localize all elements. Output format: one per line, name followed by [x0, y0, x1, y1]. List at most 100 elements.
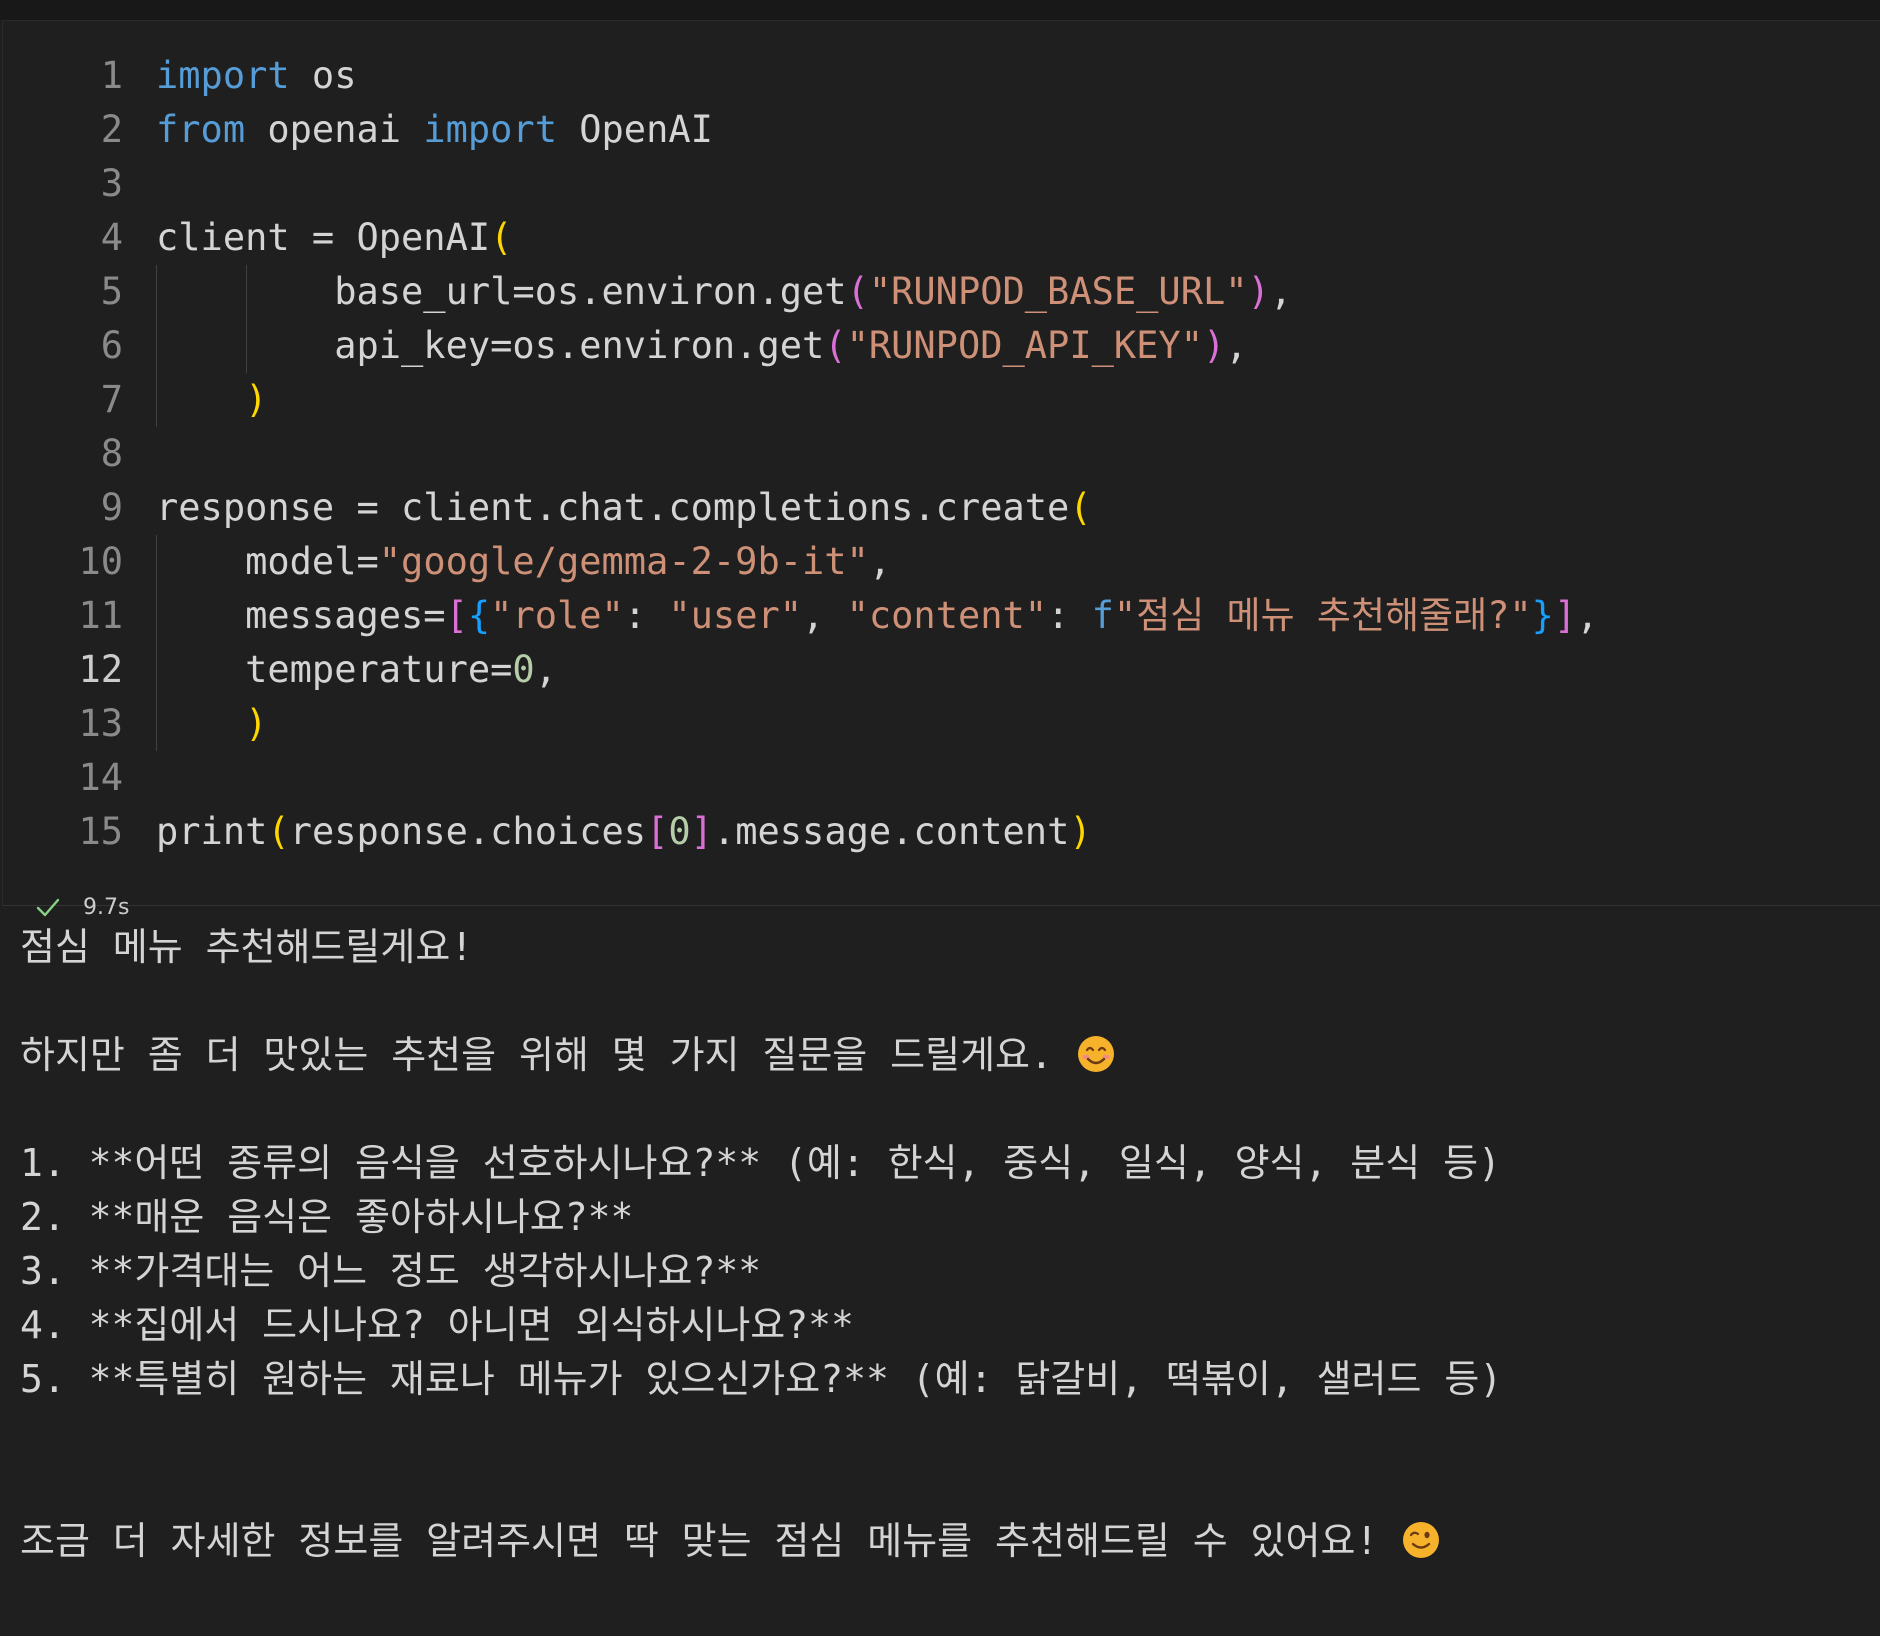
smiling-face-icon — [1076, 1034, 1116, 1074]
code-text: import os — [156, 49, 356, 103]
code-token: "RUNPOD_BASE_URL" — [868, 270, 1248, 313]
code-line[interactable]: 1 import os — [3, 49, 1879, 103]
code-token: ( — [1069, 486, 1092, 529]
code-token: base_url=os.environ.get — [156, 270, 847, 313]
code-editor[interactable]: 1 import os 2 from openai import OpenAI 3 4 cl… — [3, 49, 1879, 859]
code-token: "점심 메뉴 추천해줄래?" — [1113, 594, 1532, 637]
output-text: 2. **매운 음식은 좋아하시나요?** — [20, 1195, 634, 1239]
output-text: 3. **가격대는 어느 정도 생각하시나요?** — [20, 1249, 762, 1293]
code-text: ) — [156, 373, 267, 427]
code-token: ] — [690, 810, 713, 853]
code-token: 0 — [512, 648, 535, 691]
code-line[interactable]: 7 ) — [3, 373, 1879, 427]
code-token: import — [156, 54, 290, 97]
code-token: ) — [245, 378, 268, 421]
code-token: response = client.chat.completions.creat… — [156, 486, 1070, 529]
code-token: "user" — [668, 594, 803, 637]
code-token: "role" — [490, 594, 624, 637]
top-bar — [0, 0, 1880, 20]
code-token: ) — [245, 702, 268, 745]
code-token: ) — [1069, 810, 1092, 853]
output-line: 조금 더 자세한 정보를 알려주시면 딱 맞는 점심 메뉴를 추천해드릴 수 있… — [20, 1514, 1860, 1568]
line-number: 15 — [78, 810, 123, 853]
code-line[interactable]: 10 model="google/gemma-2-9b-it", — [3, 535, 1879, 589]
line-number: 10 — [78, 540, 123, 583]
code-text: ) — [156, 697, 267, 751]
line-number: 9 — [100, 486, 123, 529]
code-token: : — [1047, 594, 1092, 637]
code-token: messages= — [156, 594, 446, 637]
code-text: temperature=0, — [156, 643, 557, 697]
output-line: 점심 메뉴 추천해드릴게요! — [20, 920, 1860, 974]
output-line: 3. **가격대는 어느 정도 생각하시나요?** — [20, 1244, 1860, 1298]
notebook-code-cell[interactable]: 1 import os 2 from openai import OpenAI 3 4 cl… — [2, 20, 1880, 920]
code-token: "RUNPOD_API_KEY" — [846, 324, 1203, 367]
output-text: 조금 더 자세한 정보를 알려주시면 딱 맞는 점심 메뉴를 추천해드릴 수 있… — [20, 1519, 1402, 1563]
code-token: os — [289, 54, 357, 97]
code-token: "content" — [846, 594, 1048, 637]
code-token: "google/gemma-2-9b-it" — [378, 540, 869, 583]
code-line[interactable]: 5 base_url=os.environ.get("RUNPOD_BASE_U… — [3, 265, 1879, 319]
code-token: , — [802, 594, 847, 637]
code-token: : — [623, 594, 669, 637]
code-token: , — [1269, 270, 1293, 313]
cell-execution-status: 9.7s — [35, 891, 129, 923]
code-token: ) — [1247, 270, 1270, 313]
code-token: ] — [1553, 594, 1577, 637]
code-text: base_url=os.environ.get("RUNPOD_BASE_URL… — [156, 265, 1292, 319]
code-line[interactable]: 9 response = client.chat.completions.crea… — [3, 481, 1879, 535]
code-token: ( — [267, 810, 290, 853]
code-token: client = OpenAI — [156, 216, 491, 259]
check-icon — [36, 898, 60, 917]
code-line[interactable]: 15 print(response.choices[0].message.cont… — [3, 805, 1879, 859]
code-token: print — [156, 810, 268, 853]
code-token: ( — [490, 216, 513, 259]
code-line[interactable]: 2 from openai import OpenAI — [3, 103, 1879, 157]
code-token: OpenAI — [556, 108, 713, 151]
code-token: 0 — [668, 810, 691, 853]
code-token: import — [423, 108, 557, 151]
code-line[interactable]: 8 — [3, 427, 1879, 481]
code-line[interactable]: 4 client = OpenAI( — [3, 211, 1879, 265]
code-token: openai — [245, 108, 424, 151]
line-number: 11 — [78, 594, 123, 637]
line-number: 3 — [100, 162, 123, 205]
code-token: from — [156, 108, 246, 151]
code-line[interactable]: 14 — [3, 751, 1879, 805]
code-token: f — [1091, 594, 1114, 637]
line-number: 14 — [78, 756, 123, 799]
code-line[interactable]: 11 messages=[{"role": "user", "content":… — [3, 589, 1879, 643]
code-text: from openai import OpenAI — [156, 103, 713, 157]
code-line[interactable]: 3 — [3, 157, 1879, 211]
code-token: [ — [646, 810, 669, 853]
code-token: ) — [1202, 324, 1226, 367]
code-token: model= — [156, 540, 379, 583]
code-token: api_key=os.environ.get — [156, 324, 825, 367]
output-line: 4. **집에서 드시나요? 아니면 외식하시나요?** — [20, 1298, 1860, 1352]
code-token: ( — [824, 324, 847, 367]
execution-time: 9.7s — [83, 894, 130, 920]
code-token: [ — [445, 594, 468, 637]
line-number: 1 — [100, 54, 123, 97]
code-token: temperature= — [156, 648, 513, 691]
line-number: 12 — [78, 648, 123, 691]
code-token: ( — [846, 270, 869, 313]
code-line[interactable]: 12 temperature=0, — [3, 643, 1879, 697]
code-line[interactable]: 13 ) — [3, 697, 1879, 751]
line-number: 13 — [78, 702, 123, 745]
output-text: 4. **집에서 드시나요? 아니면 외식하시나요?** — [20, 1303, 854, 1347]
code-token: , — [868, 540, 892, 583]
line-number: 7 — [100, 378, 123, 421]
code-token: response.choices — [289, 810, 647, 853]
code-token: , — [1576, 594, 1599, 637]
code-token: , — [534, 648, 557, 691]
code-token: , — [1225, 324, 1248, 367]
code-token: } — [1531, 594, 1554, 637]
winking-face-icon — [1401, 1520, 1441, 1560]
output-line: 5. **특별히 원하는 재료나 메뉴가 있으신가요?** (예: 닭갈비, 떡… — [20, 1352, 1860, 1406]
code-line[interactable]: 6 api_key=os.environ.get("RUNPOD_API_KEY… — [3, 319, 1879, 373]
